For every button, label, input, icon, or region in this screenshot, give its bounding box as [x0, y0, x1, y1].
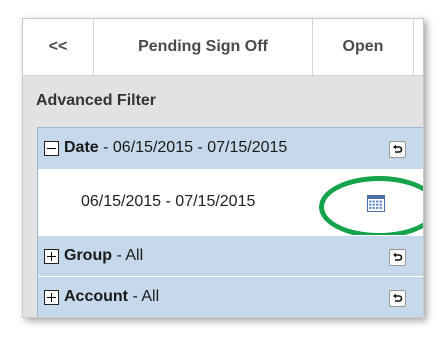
section-date-header[interactable]: Date - 06/15/2015 - 07/15/2015 — [38, 128, 423, 168]
minus-icon[interactable] — [44, 140, 59, 156]
filter-sections: Date - 06/15/2015 - 07/15/2015 06/15/201… — [37, 127, 423, 317]
calendar-icon[interactable] — [367, 195, 385, 212]
reset-icon[interactable] — [389, 141, 406, 158]
reset-icon[interactable] — [389, 290, 406, 307]
section-account-value: - All — [128, 288, 160, 305]
tab-open[interactable]: Open — [313, 19, 414, 75]
section-group-header[interactable]: Group - All — [38, 236, 423, 276]
section-account-name: Account — [64, 288, 128, 305]
reset-icon[interactable] — [389, 249, 406, 266]
tab-pending-sign-off[interactable]: Pending Sign Off — [94, 19, 313, 75]
date-range-field[interactable]: 06/15/2015 - 07/15/2015 — [81, 193, 255, 211]
section-date-value: - 06/15/2015 - 07/15/2015 — [98, 139, 288, 156]
section-account-header[interactable]: Account - All — [38, 277, 423, 317]
advanced-filter-panel: Advanced Filter Date - 06/15/2015 - 07/1… — [23, 76, 423, 317]
section-date-body: 06/15/2015 - 07/15/2015 — [38, 169, 423, 238]
section-group-name: Group — [64, 247, 112, 264]
tab-bar: << Pending Sign Off Open — [23, 19, 423, 76]
section-date-name: Date — [64, 139, 99, 156]
advanced-filter-title: Advanced Filter — [36, 92, 157, 109]
tab-back[interactable]: << — [23, 19, 94, 75]
section-group-value: - All — [112, 247, 144, 264]
filter-window: << Pending Sign Off Open Advanced Filter… — [22, 18, 424, 318]
plus-icon[interactable] — [44, 248, 59, 264]
plus-icon[interactable] — [44, 289, 59, 305]
